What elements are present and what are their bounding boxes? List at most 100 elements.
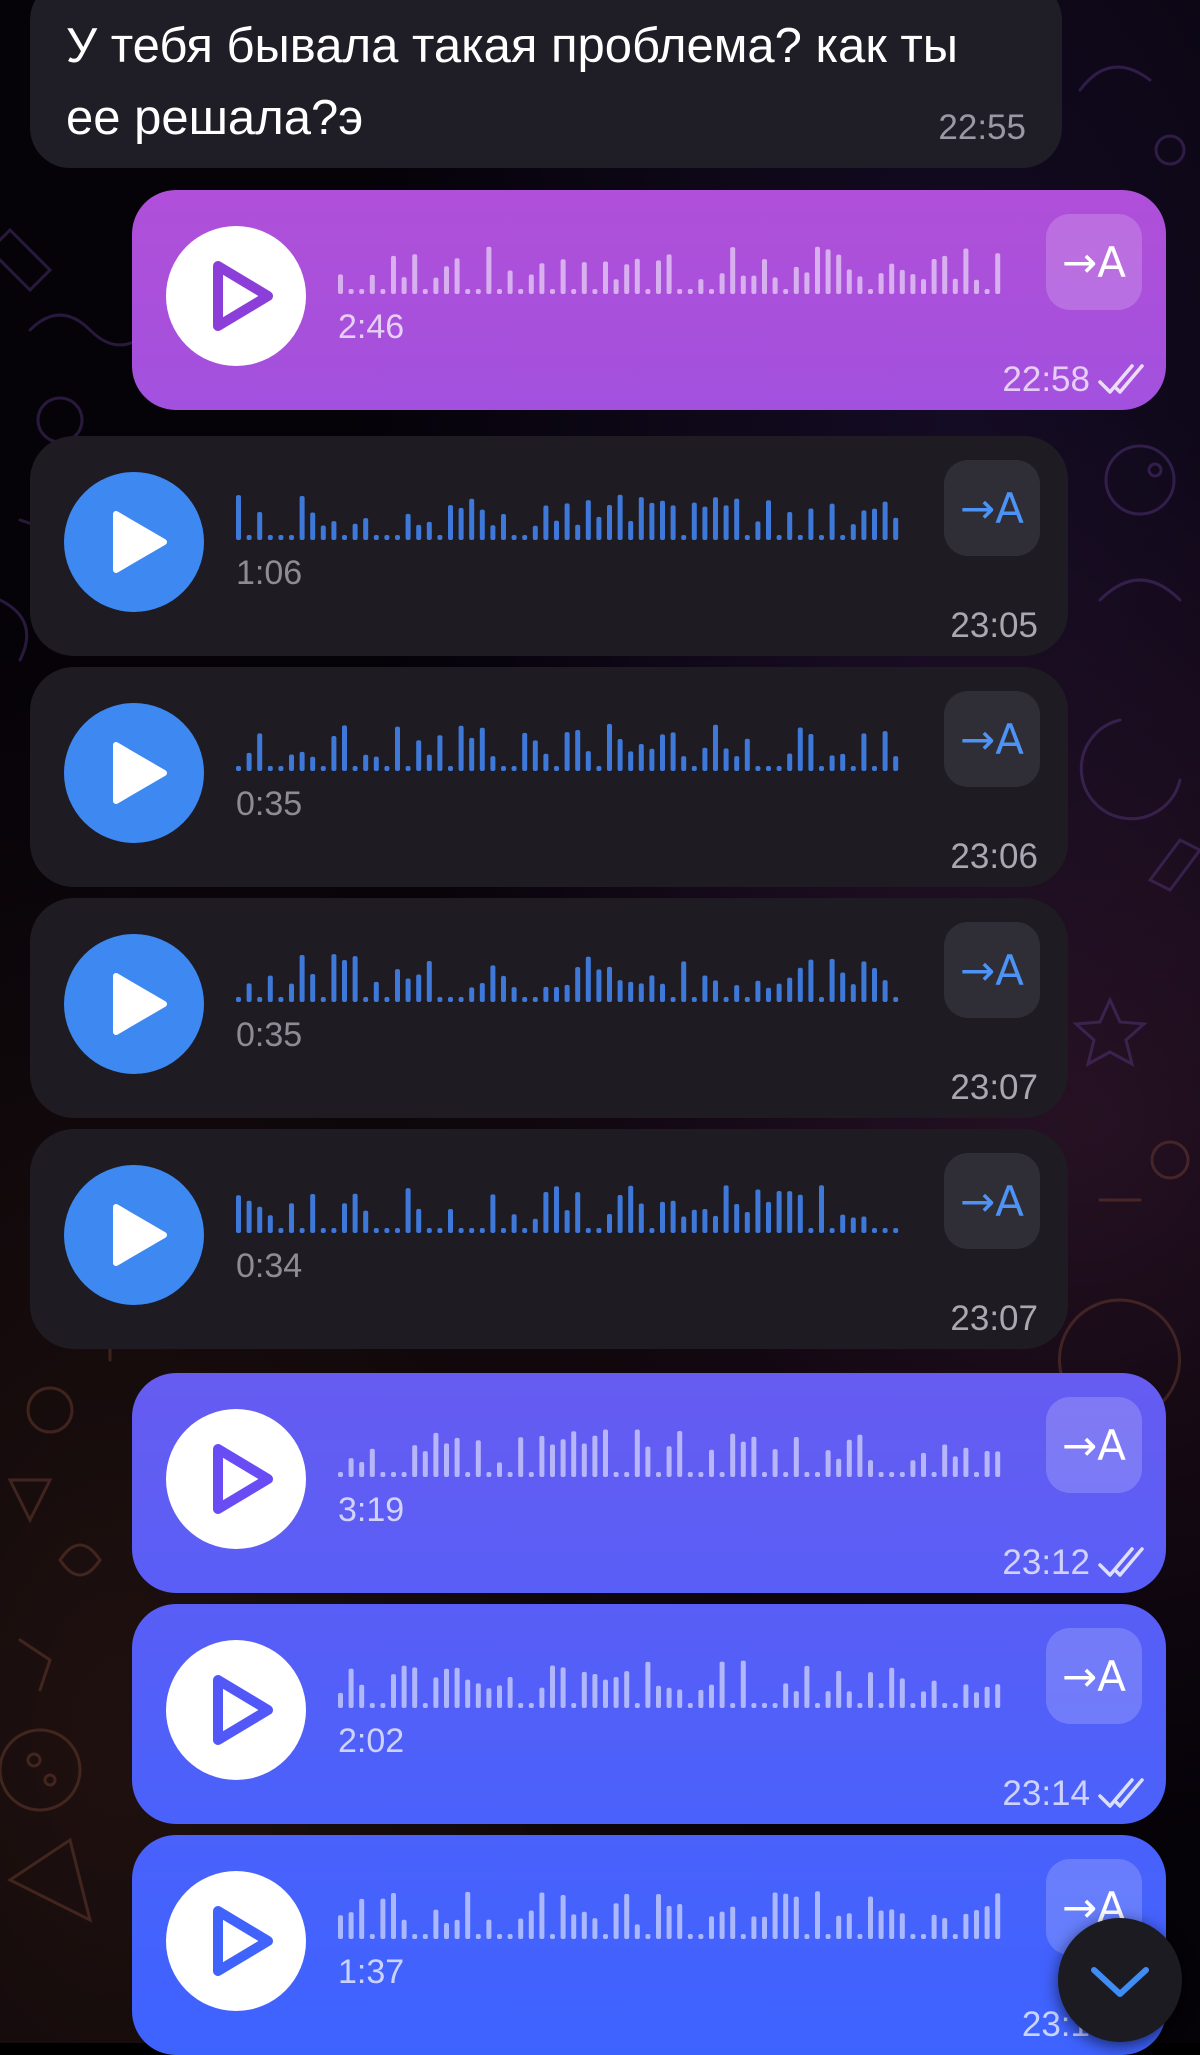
waveform-bar [331,521,337,540]
waveform-bar [974,1692,979,1708]
waveform-bar [571,289,577,294]
waveform-bar [507,270,513,294]
transcribe-button[interactable]: →A [1046,1397,1142,1493]
waveform-bar [645,1446,651,1477]
waveform-bar [437,997,443,1002]
waveform-bar [613,1903,619,1939]
waveform[interactable] [236,492,906,542]
waveform-bar [320,1228,326,1233]
waveform-bar [984,289,990,294]
transcribe-button[interactable]: →A [944,691,1040,787]
play-button[interactable] [64,1165,204,1305]
waveform-bar [766,500,771,540]
waveform-bar [550,1444,555,1477]
incoming-voice-message[interactable]: 1:06 →A 23:05 [30,436,1068,656]
waveform-bar [829,1228,835,1233]
waveform-bar [359,289,365,294]
outgoing-voice-message[interactable]: 1:37 →A 23:1 [132,1835,1166,2055]
incoming-voice-message[interactable]: 0:35 →A 23:07 [30,898,1068,1118]
transcribe-button[interactable]: →A [944,922,1040,1018]
waveform-bar [405,513,411,540]
waveform-bar [458,507,464,540]
waveform-bar [522,997,528,1002]
waveform-bar [952,278,958,294]
waveform[interactable] [236,723,906,773]
waveform-bar [846,1439,852,1477]
waveform-bar [656,1472,661,1477]
waveform-bar [607,504,612,540]
waveform-bar [550,1934,555,1939]
waveform-bar [575,966,581,1002]
waveform-bar [554,520,559,540]
transcribe-button[interactable]: →A [944,1153,1040,1249]
scroll-to-bottom-button[interactable] [1058,1918,1182,2042]
waveform-bar [681,535,687,540]
waveform-bar [638,1203,644,1233]
waveform-bar [889,263,895,294]
waveform-bar [426,754,432,771]
waveform-bar [740,1660,746,1708]
message-time: 23:07 [950,1068,1038,1107]
play-button[interactable] [166,226,306,366]
outgoing-voice-message[interactable]: 2:02 →A 23:14 [132,1604,1166,1824]
outgoing-voice-message[interactable]: 2:46 →A 22:58 [132,190,1166,410]
waveform-bar [815,1891,820,1939]
waveform[interactable] [338,1891,1008,1941]
waveform-bar [766,987,771,1002]
waveform-bar [744,738,750,771]
waveform[interactable] [236,1185,906,1235]
waveform-bar [825,1450,831,1477]
waveform-bar [645,289,651,294]
waveform-bar [560,1895,566,1939]
play-button[interactable] [64,472,204,612]
transcribe-button[interactable]: →A [1046,214,1142,310]
waveform-bar [783,1472,789,1477]
voice-duration: 0:35 [236,785,303,823]
waveform-bar [984,1906,990,1939]
waveform-bar [617,738,623,771]
waveform-bar [363,754,369,771]
waveform-bar [465,289,471,294]
waveform[interactable] [338,1660,1008,1710]
waveform-bar [776,535,782,540]
waveform-bar [670,505,676,540]
transcribe-button[interactable]: →A [1046,1628,1142,1724]
waveform-bar [497,1462,502,1477]
chevron-down-icon [1091,1967,1149,1997]
outgoing-voice-message[interactable]: 3:19 →A 23:12 [132,1373,1166,1593]
incoming-voice-message[interactable]: 0:35 →A 23:06 [30,667,1068,887]
waveform-bar [391,1472,396,1477]
play-button[interactable] [64,934,204,1074]
incoming-text-message[interactable]: У тебя бывала такая проблема? как ты ее … [30,0,1062,168]
waveform-bar [776,1190,782,1233]
waveform[interactable] [236,954,906,1004]
waveform-bar [740,1934,746,1939]
play-button[interactable] [166,1871,306,2011]
voice-duration: 0:35 [236,1016,303,1054]
waveform[interactable] [338,1429,1008,1479]
waveform-bar [437,735,443,771]
waveform-bar [645,1934,651,1939]
waveform-bar [486,1472,492,1477]
transcribe-button[interactable]: →A [944,460,1040,556]
waveform-bar [893,997,899,1002]
message-list[interactable]: У тебя бывала такая проблема? как ты ее … [0,0,1200,2055]
waveform-bar [497,289,502,294]
waveform-bar [628,1185,634,1233]
play-button[interactable] [64,703,204,843]
play-button[interactable] [166,1640,306,1780]
waveform-bar [348,289,354,294]
waveform-bar [352,1193,358,1233]
play-button[interactable] [166,1409,306,1549]
waveform-bar [857,1434,863,1477]
waveform-bar [872,1228,877,1233]
waveform-bar [596,516,602,540]
waveform-bar [617,980,623,1002]
waveform-bar [850,984,856,1002]
incoming-voice-message[interactable]: 0:34 →A 23:07 [30,1129,1068,1349]
waveform[interactable] [338,246,1008,296]
waveform-bar [416,524,422,540]
waveform-bar [603,261,608,294]
waveform-bar [649,975,655,1002]
message-time: 23:06 [950,837,1038,876]
